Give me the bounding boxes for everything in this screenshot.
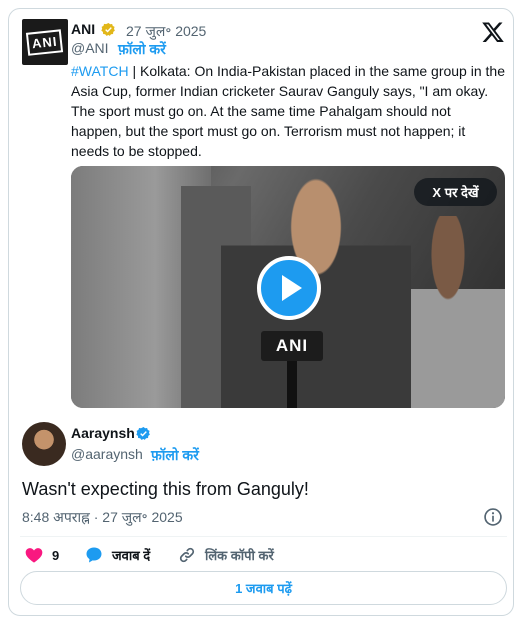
- main-handle[interactable]: @aaraynsh: [71, 446, 143, 462]
- mic-label: ANI: [275, 336, 309, 355]
- play-icon: [281, 275, 302, 301]
- copy-link-label: लिंक कॉपी करें: [205, 548, 274, 563]
- quoted-author-name[interactable]: ANI: [71, 21, 95, 37]
- link-icon: [179, 547, 195, 563]
- watch-on-x-button[interactable]: X पर देखें: [414, 178, 497, 206]
- ani-avatar[interactable]: ANI: [22, 19, 68, 65]
- copy-link-button[interactable]: लिंक कॉपी करें: [177, 544, 274, 566]
- main-author-name[interactable]: Aaraynsh: [71, 425, 135, 441]
- reply-button[interactable]: जवाब दें: [84, 544, 150, 566]
- hashtag-watch[interactable]: #WATCH: [71, 63, 129, 79]
- main-tweet-text: Wasn't expecting this from Ganguly!: [22, 479, 309, 499]
- ani-logo: ANI: [26, 28, 64, 56]
- aaraynsh-avatar[interactable]: [22, 422, 66, 466]
- verified-gold-icon: [101, 22, 115, 36]
- follow-ani-link[interactable]: फ़ॉलो करें: [118, 40, 166, 59]
- actions-divider: [20, 536, 507, 537]
- x-logo-icon[interactable]: [480, 20, 506, 44]
- read-replies-button[interactable]: 1 जवाब पढ़ें: [20, 571, 507, 605]
- reply-bubble-icon: [86, 547, 102, 563]
- quoted-handle[interactable]: @ANI: [71, 40, 109, 56]
- reply-label: जवाब दें: [112, 548, 151, 563]
- info-icon[interactable]: [483, 507, 503, 527]
- quoted-tweet-body: | Kolkata: On India-Pakistan placed in t…: [71, 63, 505, 159]
- like-count: 9: [52, 547, 60, 563]
- mic-handle: [287, 361, 297, 408]
- follow-aaraynsh-link[interactable]: फ़ॉलो करें: [151, 446, 199, 465]
- main-tweet-timestamp[interactable]: 8:48 अपराह्न · 27 जुल॰ 2025: [22, 508, 183, 527]
- like-button[interactable]: 9: [24, 544, 59, 566]
- quoted-tweet-text: #WATCH | Kolkata: On India-Pakistan plac…: [71, 61, 505, 161]
- play-button[interactable]: [257, 256, 321, 320]
- verified-blue-icon: [136, 426, 150, 440]
- quoted-date[interactable]: 27 जुल॰ 2025: [126, 22, 206, 41]
- heart-icon: [25, 548, 43, 563]
- ani-mic: ANI: [261, 331, 323, 361]
